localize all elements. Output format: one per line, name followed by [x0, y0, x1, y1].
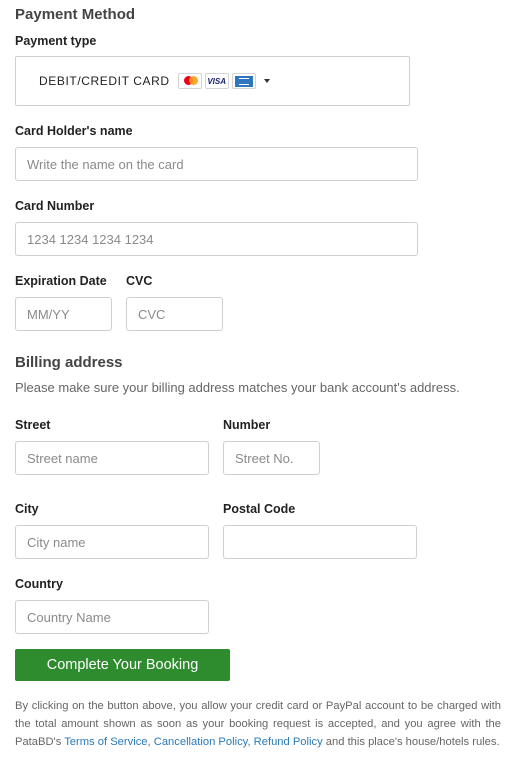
city-input[interactable]	[15, 525, 209, 559]
country-input[interactable]	[15, 600, 209, 634]
payment-method-heading: Payment Method	[15, 6, 136, 23]
terms-of-service-link[interactable]: Terms of Service	[64, 736, 147, 748]
cvc-input[interactable]	[126, 297, 223, 331]
postal-code-input[interactable]	[223, 525, 417, 559]
refund-policy-link[interactable]: Refund Policy	[254, 736, 323, 748]
card-holder-input[interactable]	[15, 147, 418, 181]
cancellation-policy-link[interactable]: Cancellation Policy	[154, 736, 248, 748]
number-input[interactable]	[223, 441, 320, 475]
amex-icon	[231, 73, 256, 89]
billing-address-description: Please make sure your billing address ma…	[15, 380, 460, 395]
card-number-input[interactable]	[15, 222, 418, 256]
chevron-down-icon	[263, 79, 270, 83]
country-label: Country	[15, 577, 63, 591]
payment-type-value: DEBIT/CREDIT CARD	[39, 74, 170, 88]
payment-type-label: Payment type	[15, 34, 97, 48]
street-input[interactable]	[15, 441, 209, 475]
card-brand-icons: VISA	[177, 73, 256, 89]
city-label: City	[15, 502, 39, 516]
number-label: Number	[223, 418, 271, 432]
expiration-date-label: Expiration Date	[15, 274, 107, 288]
expiration-date-input[interactable]	[15, 297, 112, 331]
postal-code-label: Postal Code	[223, 502, 296, 516]
card-holder-label: Card Holder's name	[15, 124, 133, 138]
billing-address-heading: Billing address	[15, 354, 123, 371]
street-label: Street	[15, 418, 51, 432]
terms-text: By clicking on the button above, you all…	[15, 700, 501, 748]
visa-icon: VISA	[204, 73, 229, 89]
card-number-label: Card Number	[15, 199, 95, 213]
complete-booking-button[interactable]: Complete Your Booking	[15, 649, 230, 681]
cvc-label: CVC	[126, 274, 153, 288]
mastercard-icon	[177, 73, 202, 89]
payment-type-select[interactable]: DEBIT/CREDIT CARD VISA	[15, 56, 410, 106]
